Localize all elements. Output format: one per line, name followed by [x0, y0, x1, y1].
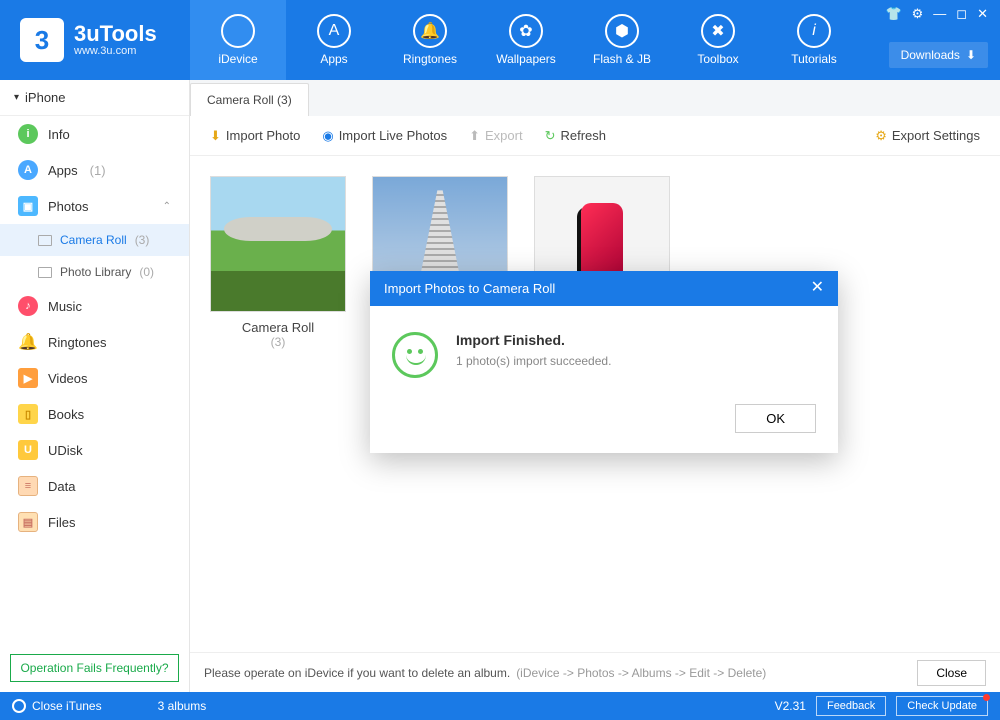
dialog-title: Import Photos to Camera Roll — [384, 281, 555, 296]
help-link[interactable]: Operation Fails Frequently? — [10, 654, 179, 682]
window-controls: 👕 ⚙ — ◻ ✕ — [885, 6, 988, 22]
close-itunes-link[interactable]: Close iTunes — [32, 699, 102, 713]
import-result-dialog: Import Photos to Camera Roll ✕ Import Fi… — [370, 271, 838, 453]
tab-strip: Camera Roll (3) — [190, 80, 1000, 116]
sidebar-sub-photo-library[interactable]: Photo Library(0) — [0, 256, 189, 288]
chevron-down-icon: ▾ — [14, 92, 19, 103]
photos-icon: ▣ — [18, 196, 38, 216]
apps-icon: A — [317, 14, 351, 48]
sidebar-item-photos[interactable]: ▣Photos⌃ — [0, 188, 189, 224]
info-text: Please operate on iDevice if you want to… — [204, 666, 510, 680]
nav-idevice[interactable]: iDevice — [190, 0, 286, 80]
folder-icon — [38, 235, 52, 246]
bell-icon: 🔔 — [18, 332, 38, 352]
device-name: iPhone — [25, 90, 65, 105]
tshirt-icon[interactable]: 👕 — [885, 6, 901, 22]
tab-camera-roll[interactable]: Camera Roll (3) — [190, 83, 309, 116]
app-name: 3uTools — [74, 23, 157, 45]
success-icon — [392, 332, 438, 378]
folder-icon — [38, 267, 52, 278]
download-icon: ⬇ — [966, 48, 976, 62]
music-icon: ♪ — [18, 296, 38, 316]
live-icon: ◉ — [322, 128, 333, 144]
nav-wallpapers[interactable]: ✿Wallpapers — [478, 0, 574, 80]
check-update-button[interactable]: Check Update — [896, 696, 988, 716]
info-icon: i — [797, 14, 831, 48]
udisk-icon: U — [18, 440, 38, 460]
nav-flash-jb[interactable]: ⬢Flash & JB — [574, 0, 670, 80]
sidebar-sub-camera-roll[interactable]: Camera Roll(3) — [0, 224, 189, 256]
itunes-status-icon — [12, 699, 26, 713]
gear-icon: ⚙ — [875, 128, 887, 144]
sidebar-item-udisk[interactable]: UUDisk — [0, 432, 189, 468]
nav-ringtones[interactable]: 🔔Ringtones — [382, 0, 478, 80]
sidebar: ▾ iPhone iInfo AApps(1) ▣Photos⌃ Camera … — [0, 80, 190, 692]
video-icon: ▶ — [18, 368, 38, 388]
device-selector[interactable]: ▾ iPhone — [0, 80, 189, 116]
app-logo-icon: 3 — [20, 18, 64, 62]
downloads-button[interactable]: Downloads ⬇ — [889, 42, 988, 68]
sidebar-item-info[interactable]: iInfo — [0, 116, 189, 152]
ok-button[interactable]: OK — [735, 404, 816, 433]
book-icon: ▯ — [18, 404, 38, 424]
import-photo-button[interactable]: ⬇Import Photo — [202, 124, 308, 148]
sidebar-item-apps[interactable]: AApps(1) — [0, 152, 189, 188]
album-thumb[interactable]: Camera Roll (3) — [210, 176, 346, 349]
info-strip: Please operate on iDevice if you want to… — [190, 652, 1000, 692]
nav-tutorials[interactable]: iTutorials — [766, 0, 862, 80]
box-icon: ⬢ — [605, 14, 639, 48]
close-button[interactable]: Close — [917, 660, 986, 686]
apps-icon: A — [18, 160, 38, 180]
albums-count: 3 albums — [158, 699, 207, 713]
album-image — [210, 176, 346, 312]
toolbar: ⬇Import Photo ◉Import Live Photos ⬆Expor… — [190, 116, 1000, 156]
import-icon: ⬇ — [210, 128, 221, 144]
app-url: www.3u.com — [74, 45, 157, 57]
close-icon[interactable]: ✕ — [977, 6, 988, 22]
update-badge — [983, 694, 990, 701]
files-icon: ▤ — [18, 512, 38, 532]
refresh-button[interactable]: ↻Refresh — [537, 124, 614, 148]
wallpaper-icon: ✿ — [509, 14, 543, 48]
bell-icon: 🔔 — [413, 14, 447, 48]
status-bar: Close iTunes 3 albums V2.31 Feedback Che… — [0, 692, 1000, 720]
version-label: V2.31 — [775, 699, 806, 713]
dialog-message: 1 photo(s) import succeeded. — [456, 354, 611, 368]
import-live-photos-button[interactable]: ◉Import Live Photos — [314, 124, 455, 148]
info-icon: i — [18, 124, 38, 144]
nav-toolbox[interactable]: ✖Toolbox — [670, 0, 766, 80]
sidebar-item-music[interactable]: ♪Music — [0, 288, 189, 324]
dialog-titlebar: Import Photos to Camera Roll ✕ — [370, 271, 838, 306]
chevron-up-icon: ⌃ — [163, 201, 171, 212]
album-name: Camera Roll — [242, 320, 314, 335]
logo-block: 3 3uTools www.3u.com — [0, 18, 190, 62]
dialog-close-icon[interactable]: ✕ — [811, 281, 824, 296]
app-header: 3 3uTools www.3u.com iDevice AApps 🔔Ring… — [0, 0, 1000, 80]
sidebar-item-ringtones[interactable]: 🔔Ringtones — [0, 324, 189, 360]
wrench-icon: ✖ — [701, 14, 735, 48]
sidebar-item-books[interactable]: ▯Books — [0, 396, 189, 432]
export-settings-button[interactable]: ⚙Export Settings — [867, 124, 988, 148]
info-hint: (iDevice -> Photos -> Albums -> Edit -> … — [516, 666, 766, 680]
export-button: ⬆Export — [461, 124, 530, 148]
sidebar-item-files[interactable]: ▤Files — [0, 504, 189, 540]
top-nav: iDevice AApps 🔔Ringtones ✿Wallpapers ⬢Fl… — [190, 0, 862, 80]
maximize-icon[interactable]: ◻ — [956, 6, 967, 22]
export-icon: ⬆ — [469, 128, 480, 144]
refresh-icon: ↻ — [545, 128, 556, 144]
album-count: (3) — [271, 335, 286, 349]
feedback-button[interactable]: Feedback — [816, 696, 886, 716]
apple-icon — [221, 14, 255, 48]
sidebar-item-videos[interactable]: ▶Videos — [0, 360, 189, 396]
minimize-icon[interactable]: — — [933, 6, 946, 22]
dialog-heading: Import Finished. — [456, 332, 611, 348]
settings-icon[interactable]: ⚙ — [912, 6, 924, 22]
sidebar-item-data[interactable]: ≡Data — [0, 468, 189, 504]
data-icon: ≡ — [18, 476, 38, 496]
nav-apps[interactable]: AApps — [286, 0, 382, 80]
